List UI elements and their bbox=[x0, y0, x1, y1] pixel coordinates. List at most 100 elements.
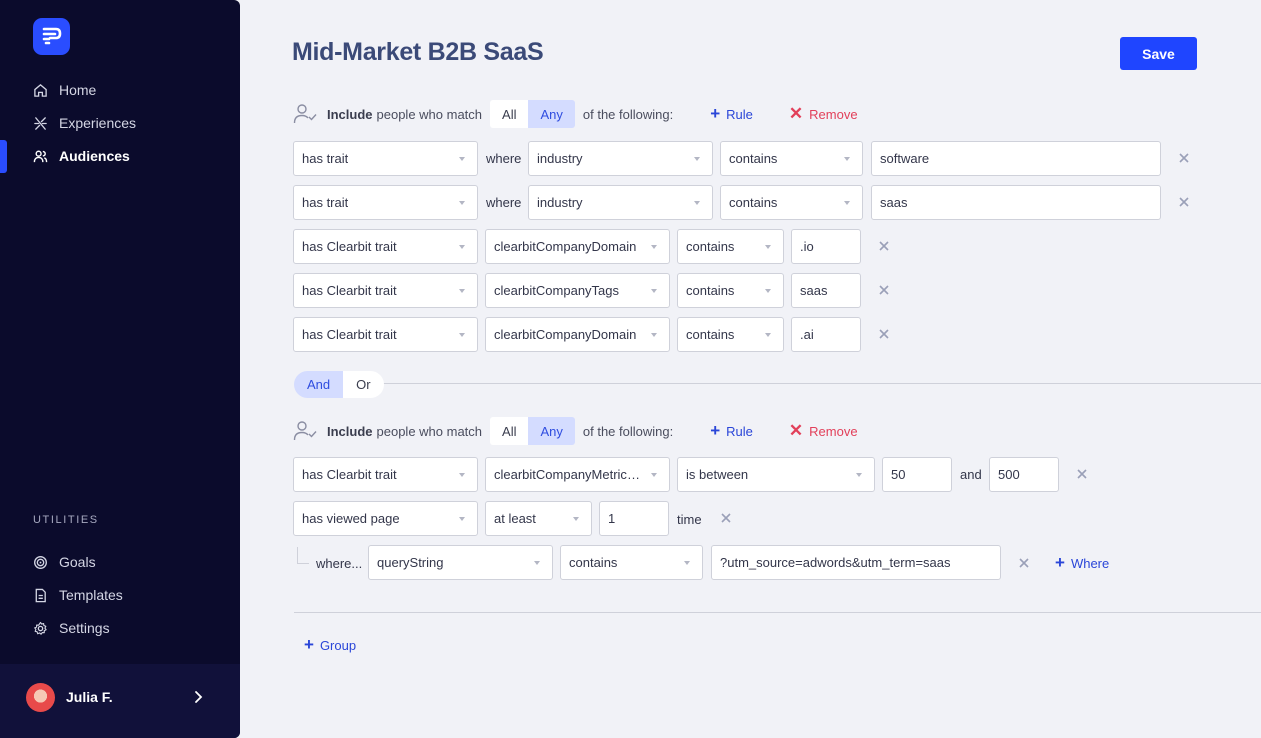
nav-settings[interactable]: Settings bbox=[33, 617, 110, 639]
remove-rule-icon[interactable] bbox=[1075, 467, 1089, 481]
value-text: .io bbox=[800, 239, 814, 254]
where-sub-label: where... bbox=[316, 556, 363, 571]
user-check-icon bbox=[293, 104, 317, 124]
document-icon bbox=[35, 588, 46, 602]
or-option[interactable]: Or bbox=[343, 371, 384, 398]
clearbit-key-value: clearbitCompanyTags bbox=[494, 283, 620, 298]
remove-rule-icon[interactable] bbox=[1177, 151, 1191, 165]
match-any-option[interactable]: Any bbox=[528, 417, 575, 445]
nav-active-indicator bbox=[0, 140, 7, 173]
nav-home[interactable]: Home bbox=[33, 79, 96, 101]
remove-where-icon[interactable] bbox=[1017, 556, 1031, 570]
rule-type-select[interactable]: has trait bbox=[293, 185, 478, 220]
close-icon: ✕ bbox=[788, 421, 804, 440]
query-value-text: ?utm_source=adwords&utm_term=saas bbox=[720, 555, 951, 570]
clearbit-key-select[interactable]: clearbitCompanyMetrics... bbox=[485, 457, 670, 492]
count-input[interactable]: 1 bbox=[599, 501, 669, 536]
operator-select[interactable]: is between bbox=[677, 457, 875, 492]
nav-goals-label: Goals bbox=[59, 554, 96, 570]
rule-type-select[interactable]: has Clearbit trait bbox=[293, 229, 478, 264]
trait-key-value: industry bbox=[537, 151, 583, 166]
rule-type-select[interactable]: has viewed page bbox=[293, 501, 478, 536]
avatar bbox=[26, 683, 55, 712]
match-all-option[interactable]: All bbox=[490, 100, 529, 128]
add-rule-button[interactable]: + Rule bbox=[710, 104, 753, 124]
remove-rule-icon[interactable] bbox=[719, 511, 733, 525]
max-value-input[interactable]: 500 bbox=[989, 457, 1059, 492]
rule-type-value: has trait bbox=[302, 195, 349, 210]
logo[interactable] bbox=[33, 18, 70, 55]
nav-templates-label: Templates bbox=[59, 587, 123, 603]
clearbit-key-select[interactable]: clearbitCompanyDomain bbox=[485, 229, 670, 264]
operator-select[interactable]: contains bbox=[677, 273, 784, 308]
match-toggle: All Any bbox=[490, 100, 575, 128]
operator-select[interactable]: contains bbox=[560, 545, 703, 580]
value-input[interactable]: .ai bbox=[791, 317, 861, 352]
remove-rule-icon[interactable] bbox=[877, 239, 891, 253]
frequency-select[interactable]: at least bbox=[485, 501, 592, 536]
trait-key-select[interactable]: industry bbox=[528, 185, 713, 220]
clearbit-key-value: clearbitCompanyDomain bbox=[494, 239, 637, 254]
add-rule-button[interactable]: + Rule bbox=[710, 421, 753, 441]
remove-rule-icon[interactable] bbox=[877, 283, 891, 297]
nav-experiences[interactable]: Experiences bbox=[33, 112, 136, 134]
clearbit-key-select[interactable]: clearbitCompanyTags bbox=[485, 273, 670, 308]
page-property-select[interactable]: queryString bbox=[368, 545, 553, 580]
rule-type-value: has Clearbit trait bbox=[302, 239, 397, 254]
nav-goals[interactable]: Goals bbox=[33, 551, 96, 573]
chevron-right-icon bbox=[195, 691, 203, 703]
match-toggle: All Any bbox=[490, 417, 575, 445]
operator-value: contains bbox=[686, 239, 735, 254]
rule-type-select[interactable]: has trait bbox=[293, 141, 478, 176]
home-icon bbox=[34, 83, 47, 97]
match-all-option[interactable]: All bbox=[490, 417, 529, 445]
plus-icon: + bbox=[710, 104, 721, 123]
rule-type-select[interactable]: has Clearbit trait bbox=[293, 457, 478, 492]
plus-icon: + bbox=[710, 421, 721, 440]
following-text: of the following: bbox=[582, 423, 674, 439]
query-value-input[interactable]: ?utm_source=adwords&utm_term=saas bbox=[711, 545, 1001, 580]
add-where-button[interactable]: + Where bbox=[1055, 553, 1109, 573]
value-input[interactable]: saas bbox=[791, 273, 861, 308]
rule-type-select[interactable]: has Clearbit trait bbox=[293, 273, 478, 308]
include-label: Include bbox=[327, 106, 373, 122]
rule-type-value: has Clearbit trait bbox=[302, 283, 397, 298]
remove-rule-icon[interactable] bbox=[1177, 195, 1191, 209]
and-option[interactable]: And bbox=[294, 371, 344, 398]
operator-select[interactable]: contains bbox=[720, 141, 863, 176]
match-text: people who match bbox=[376, 106, 483, 122]
add-group-label: Group bbox=[319, 637, 357, 653]
page-property-value: queryString bbox=[377, 555, 444, 570]
include-label: Include bbox=[327, 423, 373, 439]
nav-templates[interactable]: Templates bbox=[33, 584, 123, 606]
operator-select[interactable]: contains bbox=[677, 229, 784, 264]
operator-select[interactable]: contains bbox=[677, 317, 784, 352]
value-input[interactable]: .io bbox=[791, 229, 861, 264]
value-input[interactable]: saas bbox=[871, 185, 1161, 220]
add-where-label: Where bbox=[1070, 555, 1110, 571]
operator-value: contains bbox=[569, 555, 618, 570]
remove-label: Remove bbox=[809, 423, 858, 439]
min-value-input[interactable]: 50 bbox=[882, 457, 952, 492]
nav-audiences-label: Audiences bbox=[59, 148, 130, 164]
save-button[interactable]: Save bbox=[1120, 37, 1197, 70]
nav-audiences[interactable]: Audiences bbox=[33, 145, 130, 167]
rule-type-select[interactable]: has Clearbit trait bbox=[293, 317, 478, 352]
nav-settings-label: Settings bbox=[59, 620, 110, 636]
clearbit-key-select[interactable]: clearbitCompanyDomain bbox=[485, 317, 670, 352]
remove-rule-icon[interactable] bbox=[877, 327, 891, 341]
user-menu[interactable]: Julia F. bbox=[0, 664, 240, 738]
add-group-button[interactable]: + Group bbox=[304, 635, 356, 655]
user-name: Julia F. bbox=[66, 689, 113, 705]
match-any-option[interactable]: Any bbox=[528, 100, 575, 128]
value-text: saas bbox=[800, 283, 828, 298]
following-text: of the following: bbox=[582, 106, 674, 122]
time-label: time bbox=[677, 512, 702, 527]
value-input[interactable]: software bbox=[871, 141, 1161, 176]
operator-select[interactable]: contains bbox=[720, 185, 863, 220]
trait-key-select[interactable]: industry bbox=[528, 141, 713, 176]
remove-group-button[interactable]: ✕ Remove bbox=[789, 421, 858, 441]
remove-group-button[interactable]: ✕ Remove bbox=[789, 104, 858, 124]
group-2-header: Include people who match All Any of the … bbox=[293, 417, 858, 445]
close-icon: ✕ bbox=[788, 104, 804, 123]
